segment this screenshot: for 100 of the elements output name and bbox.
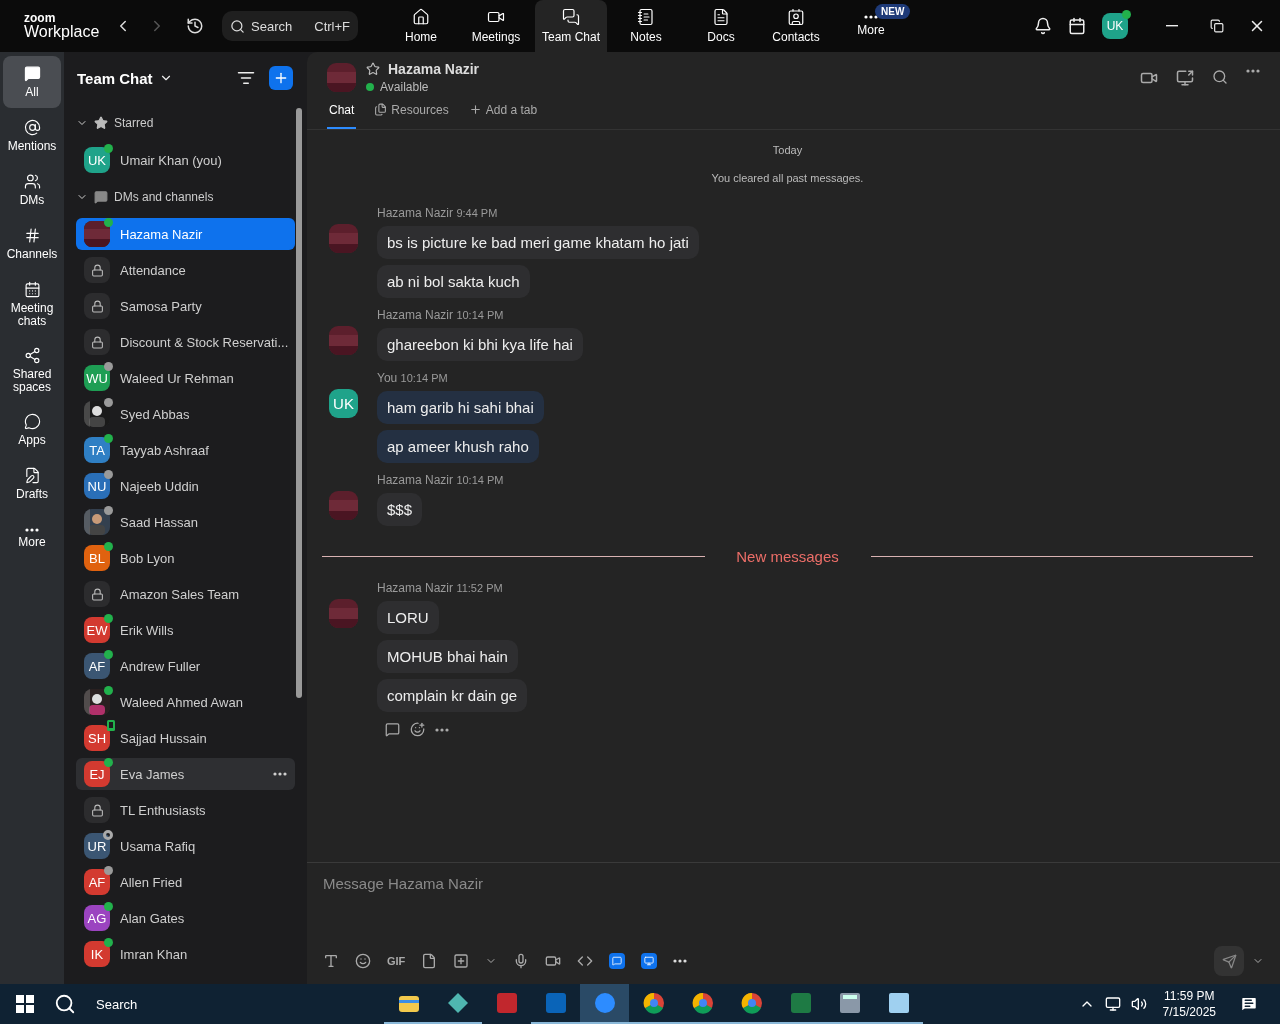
system-notice: You cleared all past messages. xyxy=(711,172,864,184)
rail-item[interactable]: DMs xyxy=(3,164,61,216)
document-icon xyxy=(712,8,730,26)
rail-item[interactable]: Mentions xyxy=(3,110,61,162)
nav-tab[interactable]: Contacts xyxy=(760,0,832,52)
rail-item[interactable]: Meeting chats xyxy=(3,272,61,336)
chat-tab[interactable]: Chat xyxy=(327,103,357,129)
chat-tab[interactable]: Resources xyxy=(372,103,451,129)
send-icon xyxy=(1221,953,1237,969)
windows-icon[interactable] xyxy=(16,995,34,1013)
chat-list-item[interactable]: BL Bob Lyon xyxy=(76,542,295,574)
message-bubble: ham garib hi sahi bhai xyxy=(377,391,544,424)
more-icon[interactable] xyxy=(1246,68,1260,73)
filter-button[interactable] xyxy=(237,69,255,87)
avatar: NU xyxy=(84,473,110,499)
chat-list-item[interactable]: Attendance xyxy=(76,254,295,286)
notification-icon[interactable] xyxy=(1240,995,1258,1013)
reaction-icon[interactable] xyxy=(410,722,425,737)
chat-list-item[interactable]: Discount & Stock Reservati... xyxy=(76,326,295,358)
video-icon[interactable] xyxy=(545,953,562,969)
nav-tab[interactable]: Meetings xyxy=(460,0,532,52)
more-icon[interactable] xyxy=(273,772,287,776)
lock-icon xyxy=(84,293,110,319)
chat-list-item[interactable]: UK Umair Khan (you) xyxy=(76,144,295,176)
nav-tab[interactable]: Docs xyxy=(685,0,757,52)
chat-list-item[interactable]: AG Alan Gates xyxy=(76,902,295,934)
search-icon[interactable] xyxy=(1212,68,1228,85)
chat-tab[interactable]: Add a tab xyxy=(466,103,540,129)
reply-icon[interactable] xyxy=(385,722,400,737)
shortcut-hint: Ctrl+F xyxy=(314,18,350,34)
more-icon xyxy=(25,527,39,532)
chat-list-item[interactable]: IK Imran Khan xyxy=(76,938,295,970)
chat-list-item[interactable]: Syed Abbas xyxy=(76,398,295,430)
lock-icon xyxy=(84,797,110,823)
star-icon[interactable] xyxy=(366,62,380,77)
chat-list-item[interactable]: NU Najeeb Uddin xyxy=(76,470,295,502)
chat-list-item[interactable]: WU Waleed Ur Rehman xyxy=(76,362,295,394)
chat-list-item[interactable]: Amazon Sales Team xyxy=(76,578,295,610)
screenshot-icon[interactable] xyxy=(453,953,470,969)
filter-icon xyxy=(237,69,255,87)
chat-list-item[interactable]: Waleed Ahmed Awan xyxy=(76,686,295,718)
nav-tab[interactable]: Home xyxy=(385,0,457,52)
app-icon[interactable] xyxy=(609,953,626,969)
bell-button[interactable] xyxy=(1034,17,1052,35)
new-messages-label: New messages xyxy=(735,548,840,565)
rail-item[interactable]: Drafts xyxy=(3,458,61,510)
notebook-icon xyxy=(637,8,655,26)
clock[interactable]: 11:59 PM 7/15/2025 xyxy=(1162,987,1216,1021)
minimize-button[interactable] xyxy=(1166,25,1178,27)
chat-list-item[interactable]: UR Usama Rafiq xyxy=(76,830,295,862)
browser-icon xyxy=(691,992,714,1014)
message-bubble: ghareebon ki bhi kya life hai xyxy=(377,328,583,361)
chat-list-item[interactable]: TA Tayyab Ashraaf xyxy=(76,434,295,466)
more-icon[interactable] xyxy=(673,959,688,963)
app-icon[interactable] xyxy=(641,953,658,969)
screen-share-icon[interactable] xyxy=(1176,68,1194,87)
search-field[interactable]: Search Ctrl+F xyxy=(222,11,358,41)
chat-list-item[interactable]: AF Andrew Fuller xyxy=(76,650,295,682)
rail-item[interactable]: All xyxy=(3,56,61,108)
chat-list-item[interactable]: Samosa Party xyxy=(76,290,295,322)
chat-list-item[interactable]: Saad Hassan xyxy=(76,506,295,538)
message-bubble: MOHUB bhai hain xyxy=(377,640,518,673)
gif-button[interactable]: GIF xyxy=(387,955,406,967)
nav-tab[interactable]: Team Chat xyxy=(535,0,607,52)
nav-tab[interactable]: Notes xyxy=(610,0,682,52)
chat-list-item[interactable]: EW Erik Wills xyxy=(76,614,295,646)
rail-item[interactable]: Channels xyxy=(3,218,61,270)
more-icon[interactable] xyxy=(435,727,449,732)
section-header[interactable]: DMs and channels xyxy=(76,178,295,216)
emoji-icon[interactable] xyxy=(355,953,371,969)
network-icon[interactable] xyxy=(1104,996,1121,1012)
message-input[interactable]: Message Hazama Nazir xyxy=(323,871,1264,896)
chat-list-item[interactable]: SH Sajjad Hussain xyxy=(76,722,295,754)
chat-list-item[interactable]: EJ Eva James xyxy=(76,758,295,790)
file-icon[interactable] xyxy=(421,953,438,969)
draft-icon xyxy=(23,467,41,485)
chat-list-item[interactable]: TL Enthusiasts xyxy=(76,794,295,826)
lock-icon xyxy=(84,581,110,607)
avatar: TA xyxy=(84,437,110,463)
send-button[interactable] xyxy=(1214,946,1244,976)
calendar-button[interactable] xyxy=(1068,17,1086,35)
restore-button[interactable] xyxy=(1210,19,1224,33)
sidebar-title[interactable]: Team Chat xyxy=(77,69,153,87)
rail-item[interactable]: More xyxy=(3,512,61,564)
search-placeholder: Search xyxy=(251,18,294,34)
format-icon[interactable] xyxy=(323,953,339,969)
message-header: Hazama Nazir 11:52 PM xyxy=(377,581,503,595)
chat-list-item[interactable]: AF Allen Fried xyxy=(76,866,295,898)
chat-list-item[interactable]: Hazama Nazir xyxy=(76,218,295,250)
code-icon[interactable] xyxy=(577,953,594,969)
avatar: UR xyxy=(84,833,110,859)
avatar: AF xyxy=(84,653,110,679)
section-header[interactable]: Starred xyxy=(76,104,295,142)
add-button[interactable] xyxy=(269,66,293,90)
taskbar-search[interactable]: Search xyxy=(54,993,384,1015)
volume-icon[interactable] xyxy=(1130,996,1147,1012)
hash-icon xyxy=(23,227,41,245)
rail-item[interactable]: Apps xyxy=(3,404,61,456)
history-button[interactable] xyxy=(186,17,204,35)
rail-item[interactable]: Shared spaces xyxy=(3,338,61,402)
